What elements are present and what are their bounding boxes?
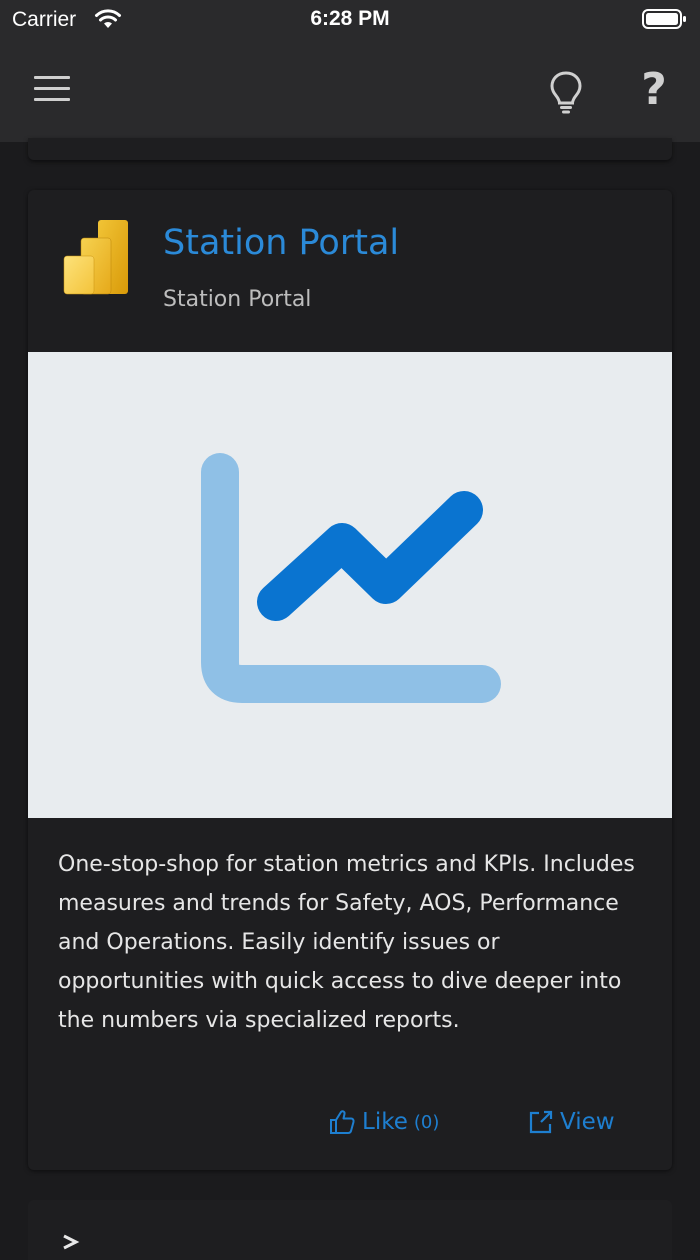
clock-label: 6:28 PM	[310, 7, 390, 30]
like-count: (0)	[413, 1111, 440, 1133]
report-card: Station Portal Station Portal One-stop-s…	[28, 190, 672, 1170]
top-nav-bar: ?	[0, 42, 700, 142]
battery-icon	[642, 8, 688, 34]
like-label: Like	[362, 1109, 408, 1135]
external-link-icon	[529, 1110, 553, 1134]
hamburger-icon[interactable]	[34, 76, 70, 106]
next-card	[28, 1200, 672, 1260]
lightbulb-icon[interactable]	[548, 70, 584, 114]
question-icon[interactable]: ?	[636, 66, 672, 114]
thumbs-up-icon	[330, 1110, 355, 1134]
previous-card	[28, 138, 672, 160]
report-thumbnail[interactable]	[28, 352, 672, 818]
like-button[interactable]: Like (0)	[328, 1105, 439, 1139]
report-icon	[62, 1234, 92, 1254]
view-button[interactable]: View	[528, 1105, 615, 1139]
card-description: One-stop-shop for station metrics and KP…	[58, 852, 635, 1033]
line-chart-icon	[201, 453, 501, 703]
status-bar: Carrier 6:28 PM	[0, 0, 700, 42]
card-subtitle: Station Portal	[163, 287, 312, 312]
power-bi-icon	[62, 218, 130, 296]
card-title-link[interactable]: Station Portal	[163, 223, 399, 263]
view-label: View	[560, 1109, 615, 1135]
